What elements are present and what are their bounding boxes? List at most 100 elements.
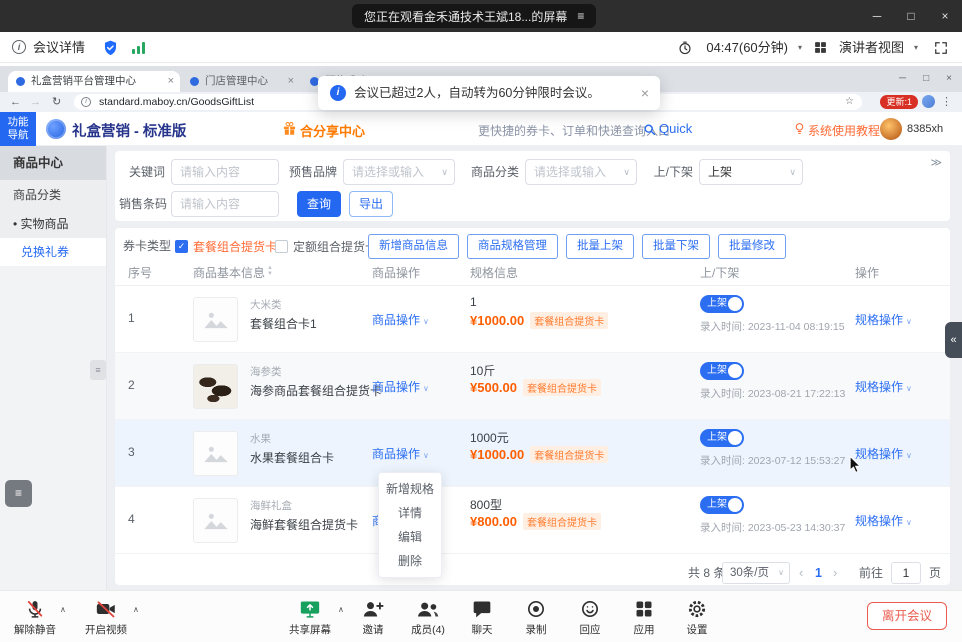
brand-select[interactable]: 请选择或输入 ∨ [343,159,455,185]
minimize-button[interactable]: ─ [860,0,894,32]
invite-button[interactable]: 邀请 [345,599,401,637]
browser-tab-active[interactable]: 礼盒营销平台管理中心 × [8,71,180,92]
tab-close-icon[interactable]: × [288,71,294,92]
dropdown-item-detail[interactable]: 详情 [379,501,441,525]
browser-window-controls: ─ □ × [899,66,952,92]
batch-edit-button[interactable]: 批量修改 [718,234,786,259]
current-page[interactable]: 1 [815,560,822,586]
add-product-button[interactable]: 新增商品信息 [368,234,459,259]
share-expand-icon[interactable]: ∧ [338,605,344,614]
settings-button[interactable]: 设置 [669,599,725,637]
browser-maximize-icon[interactable]: □ [923,66,929,92]
spec-op-link[interactable]: 规格操作∨ [855,512,912,529]
browser-minimize-icon[interactable]: ─ [899,66,906,92]
barcode-input[interactable] [171,191,279,217]
share-button[interactable]: 共享屏幕 [282,599,338,637]
shelf-select[interactable]: 上架 ∨ [699,159,803,185]
meeting-details-label[interactable]: 会议详情 [33,32,85,63]
prev-page-button[interactable]: ‹ [799,560,803,586]
sidebar-collapse-handle[interactable]: ≡ [90,360,106,380]
tutorial-link[interactable]: 系统使用教程 [808,122,880,139]
tab-close-icon[interactable]: × [168,71,174,92]
product-op-link[interactable]: 商品操作∨ [372,311,429,328]
spec-op-link[interactable]: 规格操作∨ [855,311,912,328]
members-button[interactable]: 成员(4) [400,599,456,637]
share-center-link[interactable]: 合分享中心 [300,121,365,140]
spec-manage-button[interactable]: 商品规格管理 [467,234,558,259]
fullscreen-icon[interactable] [934,41,948,55]
maximize-button[interactable]: □ [894,0,928,32]
timer-caret-icon[interactable]: ▾ [798,32,802,63]
spec-op-link[interactable]: 规格操作∨ [855,378,912,395]
tab-favicon [16,77,25,86]
user-avatar[interactable] [880,118,902,140]
video-expand-icon[interactable]: ∧ [133,605,139,614]
meeting-timer[interactable]: 04:47(60分钟) [706,32,788,63]
checkbox-package[interactable]: ✓ 套餐组合提货卡 [175,234,277,259]
network-signal-icon[interactable] [132,42,145,54]
product-op-link[interactable]: 商品操作∨ [372,445,429,462]
toast-text: 会议已超过2人，自动转为60分钟限时会议。 [354,76,600,110]
goto-label: 前往 [859,560,883,586]
product-op-link[interactable]: 商品操作∨ [372,378,429,395]
browser-profile-avatar[interactable] [922,95,935,108]
spec-price: ¥1000.00 [470,313,524,328]
shelf-toggle[interactable]: 上架 [700,496,744,514]
panel-collapse-handle[interactable]: « [945,322,962,358]
dropdown-item-delete[interactable]: 删除 [379,549,441,573]
view-caret-icon[interactable]: ▾ [914,32,918,63]
bookmark-star-icon[interactable]: ☆ [845,94,854,110]
username[interactable]: 8385xh [907,123,943,135]
browser-menu-icon[interactable]: ⋮ [941,92,952,112]
mic-expand-icon[interactable]: ∧ [60,605,66,614]
bulb-icon [793,122,806,135]
batch-off-button[interactable]: 批量下架 [642,234,710,259]
security-shield-icon[interactable] [103,40,118,56]
sidebar-item-voucher[interactable]: 兑换礼券 [0,238,106,266]
dropdown-item-add-spec[interactable]: 新增规格 [379,477,441,501]
site-info-icon[interactable]: i [81,97,91,107]
toast-close-icon[interactable]: × [641,76,649,110]
search-button[interactable]: 查询 [297,191,341,217]
close-button[interactable]: × [928,0,962,32]
shelf-toggle[interactable]: 上架 [700,429,744,447]
leave-button[interactable]: 离开会议 [867,602,947,630]
refresh-button[interactable]: ↻ [52,92,61,112]
record-button[interactable]: 录制 [508,599,564,637]
quick-link[interactable]: Quick [659,121,692,136]
back-button[interactable]: ← [10,92,21,112]
goto-input[interactable] [891,562,921,584]
video-button[interactable]: 开启视频 [78,599,134,637]
sidebar-header[interactable]: 商品中心 [0,146,106,180]
chat-button[interactable]: 聊天 [454,599,510,637]
update-badge[interactable]: 更新:1 [880,95,918,109]
react-button[interactable]: 回应 [562,599,618,637]
keyword-input[interactable] [171,159,279,185]
category-select[interactable]: 请选择或输入 ∨ [525,159,637,185]
page-size-select[interactable]: 30条/页 ∨ [722,562,790,584]
export-button[interactable]: 导出 [349,191,393,217]
apps-button[interactable]: 应用 [616,599,672,637]
checkbox-fixed[interactable]: 定额组合提货卡 [275,234,377,259]
next-page-button[interactable]: › [833,560,837,586]
browser-tab[interactable]: 门店管理中心 × [182,71,300,92]
entry-time: 录入时间: 2023-05-23 14:30:37 [700,520,845,535]
collapse-filters-icon[interactable]: ≫ [930,156,942,169]
banner-menu-icon[interactable]: ≡ [577,9,584,23]
sidebar-item-category[interactable]: 商品分类 [0,180,106,210]
nav-toggle[interactable]: 功能 导航 [0,112,36,146]
page-unit: 页 [929,560,941,586]
shelf-toggle[interactable]: 上架 [700,295,744,313]
sort-icon[interactable]: ▲ ▼ [267,265,273,277]
dropdown-item-edit[interactable]: 编辑 [379,525,441,549]
sidebar-item-physical[interactable]: • 实物商品 [0,210,106,238]
view-mode-label[interactable]: 演讲者视图 [839,32,904,63]
spec-op-link[interactable]: 规格操作∨ [855,445,912,462]
floating-panel-button[interactable]: ≡ [5,480,32,507]
shelf-toggle[interactable]: 上架 [700,362,744,380]
spec-tag: 套餐组合提货卡 [530,312,608,329]
mute-button[interactable]: 解除静音 [7,599,63,637]
forward-button[interactable]: → [30,92,41,112]
browser-close-icon[interactable]: × [946,66,952,92]
batch-on-button[interactable]: 批量上架 [566,234,634,259]
